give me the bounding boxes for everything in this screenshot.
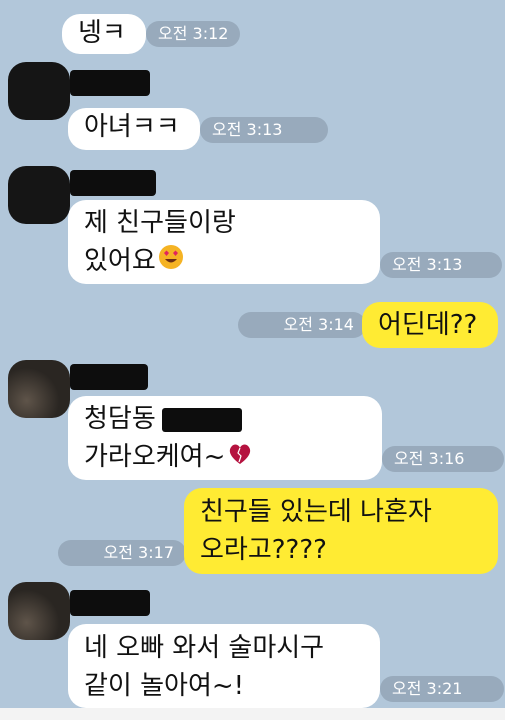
message-bubble[interactable]: 청담동 가라오케여~ bbox=[68, 396, 382, 480]
message-timestamp: 오전 3:21 bbox=[380, 676, 504, 702]
message-text-line: 같이 놀아여~! bbox=[84, 671, 245, 701]
heart-eyes-emoji-icon bbox=[158, 243, 184, 281]
message-text-line: 청담동 bbox=[84, 404, 156, 434]
input-bar bbox=[0, 708, 505, 720]
message-bubble[interactable]: 제 친구들이랑 있어요 bbox=[68, 200, 380, 284]
message-text-line: 오라고???? bbox=[200, 535, 327, 565]
message-timestamp: 오전 3:17 bbox=[58, 540, 186, 566]
avatar[interactable] bbox=[8, 166, 70, 224]
message-text-line: 네 오빠 와서 술마시구 bbox=[84, 633, 325, 663]
avatar[interactable] bbox=[8, 360, 70, 418]
redacted-sender-name bbox=[70, 170, 156, 196]
message-bubble[interactable]: 어딘데?? bbox=[362, 302, 498, 348]
redacted-sender-name bbox=[70, 590, 150, 616]
message-text-line: 가라오케여~ bbox=[84, 442, 226, 472]
message-timestamp: 오전 3:14 bbox=[238, 312, 366, 338]
message-text-line: 친구들 있는데 나혼자 bbox=[200, 497, 432, 527]
message-timestamp: 오전 3:13 bbox=[200, 117, 328, 143]
message-bubble[interactable]: 아녀ㅋㅋ bbox=[68, 108, 200, 150]
message-timestamp: 오전 3:12 bbox=[146, 21, 241, 47]
message-bubble[interactable]: 친구들 있는데 나혼자 오라고???? bbox=[184, 488, 498, 574]
broken-heart-emoji-icon bbox=[227, 439, 253, 477]
message-text-line: 있어요 bbox=[84, 246, 156, 276]
redacted-location bbox=[161, 407, 242, 432]
redacted-sender-name bbox=[70, 70, 150, 96]
message-text: 아녀ㅋㅋ bbox=[84, 112, 180, 142]
message-text: 넹ㅋ bbox=[78, 18, 126, 48]
message-text-line: 제 친구들이랑 bbox=[84, 208, 236, 238]
avatar[interactable] bbox=[8, 582, 70, 640]
message-text: 어딘데?? bbox=[378, 310, 478, 340]
message-timestamp: 오전 3:16 bbox=[382, 446, 504, 472]
message-bubble[interactable]: 네 오빠 와서 술마시구 같이 놀아여~! bbox=[68, 624, 380, 708]
message-bubble[interactable]: 넹ㅋ bbox=[62, 14, 146, 54]
avatar[interactable] bbox=[8, 62, 70, 120]
redacted-sender-name bbox=[70, 364, 148, 390]
message-timestamp: 오전 3:13 bbox=[380, 252, 502, 278]
